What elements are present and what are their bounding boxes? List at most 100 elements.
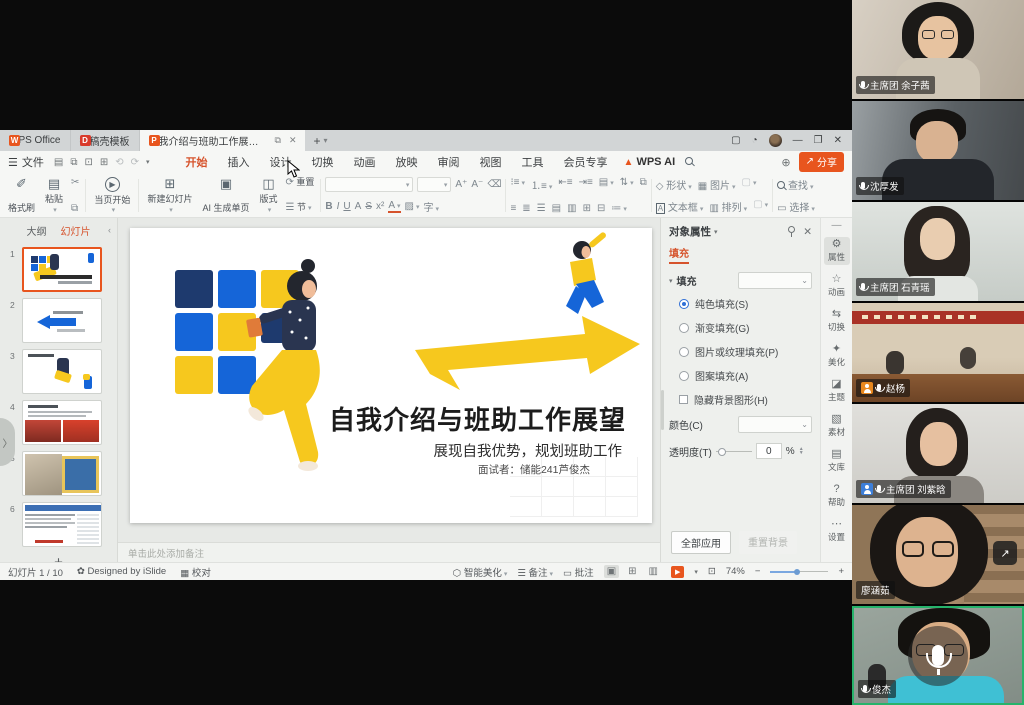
video-tile[interactable]: 沈厚发 — [852, 101, 1024, 200]
italic-icon[interactable]: I — [337, 201, 340, 212]
close-button[interactable]: ✕ — [834, 135, 842, 146]
new-tab-button[interactable]: + ▾ — [305, 130, 335, 151]
rail-collapse-icon[interactable]: — — [832, 222, 842, 230]
select-button[interactable]: ▭ 选择 — [777, 199, 815, 214]
play-from-current-button[interactable]: ▶ 当页开始 — [92, 176, 132, 215]
slide-thumbnail-4[interactable]: 4 — [0, 397, 117, 448]
share-button[interactable]: ↗ 分享 — [799, 152, 844, 172]
menu-transition[interactable]: 切换 — [302, 154, 344, 170]
slide-thumbnail-6[interactable]: 6 — [0, 499, 117, 550]
align-objects-icon[interactable]: ≔ — [611, 203, 627, 214]
rail-transition[interactable]: ⇆切换 — [824, 307, 850, 335]
menu-member[interactable]: 会员专享 — [554, 154, 618, 170]
comments-button[interactable]: ▭ 批注 — [563, 565, 594, 579]
font-size-select[interactable] — [417, 177, 451, 192]
tab-outline[interactable]: 大纲 — [27, 223, 47, 238]
color-select[interactable]: ⌄ — [738, 416, 812, 433]
undo-icon[interactable]: ⟲ — [115, 157, 123, 168]
numbering-icon[interactable]: ⒈≡ — [531, 177, 552, 192]
panel-scrollbar[interactable] — [661, 390, 664, 430]
dock-layout-icon[interactable]: ▢ — [731, 135, 740, 146]
radio-solid-fill[interactable]: 纯色填充(S) — [679, 296, 812, 311]
slide-subtitle[interactable]: 展现自我优势，规划班助工作 — [434, 440, 623, 461]
file-menu[interactable]: ☰ 文件 — [8, 154, 44, 170]
redo-icon[interactable]: ⟳ — [131, 157, 139, 168]
fill-type-select[interactable]: ⌄ — [738, 272, 812, 289]
radio-picture-fill[interactable]: 图片或纹理填充(P) — [679, 344, 812, 359]
rail-assets[interactable]: ▧素材 — [824, 412, 850, 440]
qat-caret-icon[interactable]: ▾ — [146, 158, 150, 166]
unmute-overlay-button[interactable] — [908, 626, 968, 686]
find-button[interactable]: 查找 — [777, 177, 813, 192]
align-center-icon[interactable]: ≣ — [522, 203, 530, 214]
save-icon[interactable]: ▤ — [54, 157, 63, 168]
bullets-icon[interactable]: ⁝≡ — [510, 177, 525, 192]
slide-title[interactable]: 自我介绍与班助工作展望 — [329, 400, 626, 437]
mirror-view-icon[interactable]: ↗ — [993, 541, 1017, 565]
video-tile-speaking[interactable]: 俊杰 — [852, 606, 1024, 705]
preview-icon[interactable]: ⊞ — [100, 157, 108, 168]
ai-generate-page-button[interactable]: ▣ AI 生成单页 — [200, 176, 251, 215]
slide-canvas[interactable]: 自我介绍与班助工作展望 展现自我优势，规划班助工作 面试者：储能241芦俊杰 单… — [118, 218, 660, 562]
rail-animation[interactable]: ☆动画 — [824, 272, 850, 300]
tab-detach-icon[interactable]: ⧉ — [275, 135, 281, 146]
slide-thumbnail-3[interactable]: 3 — [0, 346, 117, 397]
app-tab[interactable]: W WPS Office — [0, 130, 71, 151]
add-slide-button[interactable]: + — [0, 554, 117, 562]
rail-settings[interactable]: ⋯设置 — [824, 517, 850, 545]
paste-button[interactable]: ▤ 粘贴 — [43, 176, 65, 215]
tab-current-document[interactable]: P 自我介绍与班助工作展望_202 ⧉ ✕ — [140, 130, 306, 151]
restore-button[interactable]: ❐ — [814, 135, 823, 146]
justify-icon[interactable]: ▤ — [552, 203, 561, 214]
text-direction-icon[interactable]: ▤ — [599, 177, 614, 192]
islide-credit[interactable]: ✿ Designed by iSlide — [77, 566, 166, 577]
zoom-in-icon[interactable]: + — [838, 566, 844, 577]
layout-button[interactable]: ◫ 版式 — [257, 176, 279, 215]
current-slide[interactable]: 自我介绍与班助工作展望 展现自我优势，规划班助工作 面试者：储能241芦俊杰 — [130, 228, 652, 523]
notes-button[interactable]: ☰ 备注 — [517, 565, 553, 579]
checkbox-hide-background[interactable]: 隐藏背景图形(H) — [679, 392, 812, 407]
radio-gradient-fill[interactable]: 渐变填充(G) — [679, 320, 812, 335]
menu-animation[interactable]: 动画 — [344, 154, 386, 170]
video-tile[interactable]: 赵杨 — [852, 303, 1024, 402]
proofread-button[interactable]: ▦ 校对 — [180, 565, 211, 579]
columns-icon[interactable]: ⊞ — [583, 203, 591, 214]
tab-slides[interactable]: 幻灯片 — [61, 223, 91, 238]
video-tile[interactable]: ↗ 廖涵茹 — [852, 505, 1024, 604]
arrange-button[interactable]: ▥ 排列 — [709, 199, 747, 214]
rail-help[interactable]: ?帮助 — [824, 482, 850, 510]
text-effect-icon[interactable]: 字 — [424, 199, 440, 214]
copy-icon[interactable]: ⧉ — [71, 203, 79, 214]
slideshow-play-button[interactable]: ▶ — [671, 566, 684, 578]
outdent-icon[interactable]: ⇤≡ — [558, 177, 572, 192]
zoom-out-icon[interactable]: − — [755, 566, 761, 577]
wps-ai-button[interactable]: ▲ WPS AI — [624, 156, 676, 168]
slide-thumbnail-5[interactable]: 5 — [0, 448, 117, 499]
format-painter-button[interactable]: ✐ 格式刷 — [6, 176, 37, 215]
superscript-icon[interactable]: x² — [376, 201, 384, 212]
strikethrough-icon[interactable]: S — [365, 201, 372, 212]
clear-format-icon[interactable]: ⌫ — [487, 179, 501, 190]
transparency-input[interactable]: 0 — [756, 443, 782, 459]
skin-icon[interactable]: ◔ — [752, 135, 758, 146]
reset-button[interactable]: ⟳ 重置 — [285, 177, 314, 188]
output-icon[interactable]: ⧉ — [70, 157, 77, 168]
sorter-view-icon[interactable]: ⊞ — [625, 565, 639, 578]
menu-insert[interactable]: 插入 — [218, 154, 260, 170]
collapse-panel-icon[interactable]: ‹ — [108, 225, 111, 235]
bold-icon[interactable]: B — [325, 201, 332, 212]
upload-cloud-icon[interactable]: ⊕ — [781, 156, 790, 169]
normal-view-icon[interactable]: ▣ — [604, 565, 619, 578]
align-left-icon[interactable]: ≡ — [510, 203, 516, 214]
rail-properties[interactable]: ⚙属性 — [824, 237, 850, 265]
panel-close-icon[interactable]: ✕ — [803, 226, 812, 238]
distribute-icon[interactable]: ▥ — [567, 203, 576, 214]
minimize-button[interactable]: — — [793, 135, 803, 146]
table-icon[interactable]: ⊟ — [597, 203, 605, 214]
play-caret-icon[interactable]: ▾ — [694, 568, 698, 576]
align-right-icon[interactable]: ☰ — [537, 203, 546, 214]
spinner-icons[interactable]: ▲▼ — [799, 447, 804, 455]
tab-docer-template[interactable]: D 投稿壳模板 — [71, 130, 140, 151]
shadow-icon[interactable]: A — [355, 201, 362, 212]
menu-view[interactable]: 视图 — [470, 154, 512, 170]
